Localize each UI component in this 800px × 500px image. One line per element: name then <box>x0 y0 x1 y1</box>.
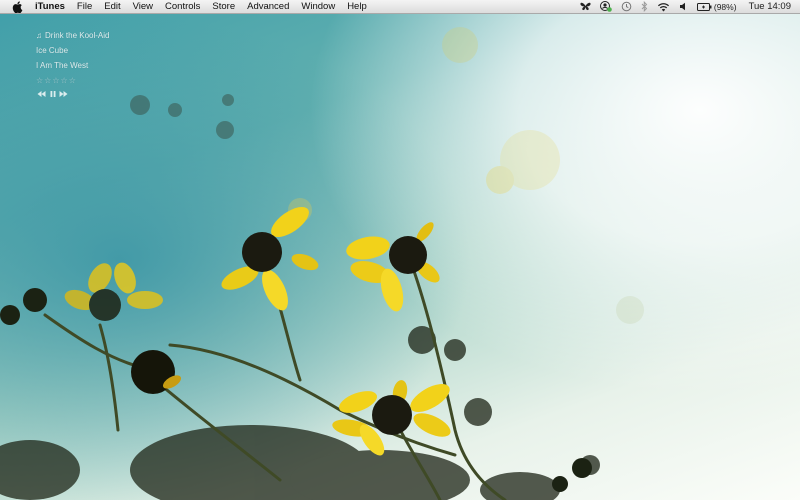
volume-icon[interactable] <box>679 0 688 14</box>
bluetooth-icon[interactable] <box>641 0 648 14</box>
previous-icon[interactable] <box>36 89 47 99</box>
battery-icon[interactable]: (98%) <box>696 0 737 14</box>
desktop-wallpaper <box>0 0 800 500</box>
user-icon[interactable] <box>599 0 612 14</box>
apple-menu-icon[interactable] <box>11 0 23 14</box>
battery-percentage: (98%) <box>713 1 737 12</box>
menu-edit[interactable]: Edit <box>98 0 126 14</box>
track-title: Drink the Kool-Aid <box>45 31 110 40</box>
track-title-line: ♫ Drink the Kool-Aid <box>36 28 109 43</box>
playback-controls <box>36 89 109 99</box>
flower-wallpaper-image <box>0 27 644 500</box>
now-playing-widget: ♫ Drink the Kool-Aid Ice Cube I Am The We… <box>36 28 109 99</box>
track-artist: Ice Cube <box>36 46 69 55</box>
menu-help[interactable]: Help <box>341 0 373 14</box>
app-menu-itunes[interactable]: iTunes <box>33 0 71 14</box>
butterfly-icon[interactable] <box>580 0 591 14</box>
track-album: I Am The West <box>36 61 89 70</box>
menu-file[interactable]: File <box>71 0 98 14</box>
pause-icon[interactable] <box>47 89 58 99</box>
menu-window[interactable]: Window <box>295 0 341 14</box>
menu-store[interactable]: Store <box>206 0 241 14</box>
menu-bar: iTunes File Edit View Controls Store Adv… <box>0 0 800 14</box>
music-note-icon: ♫ <box>36 31 42 40</box>
menu-view[interactable]: View <box>127 0 159 14</box>
time-machine-icon[interactable] <box>621 0 632 14</box>
menu-bar-clock[interactable]: Tue 14:09 <box>749 0 791 14</box>
menu-bar-status-area: (98%) Tue 14:09 <box>571 0 800 13</box>
track-rating-stars[interactable]: ☆☆☆☆☆ <box>36 73 109 88</box>
menu-advanced[interactable]: Advanced <box>241 0 295 14</box>
wifi-icon[interactable] <box>657 0 670 14</box>
menu-bar-left: iTunes File Edit View Controls Store Adv… <box>0 0 373 13</box>
next-icon[interactable] <box>58 89 69 99</box>
menu-controls[interactable]: Controls <box>159 0 206 14</box>
